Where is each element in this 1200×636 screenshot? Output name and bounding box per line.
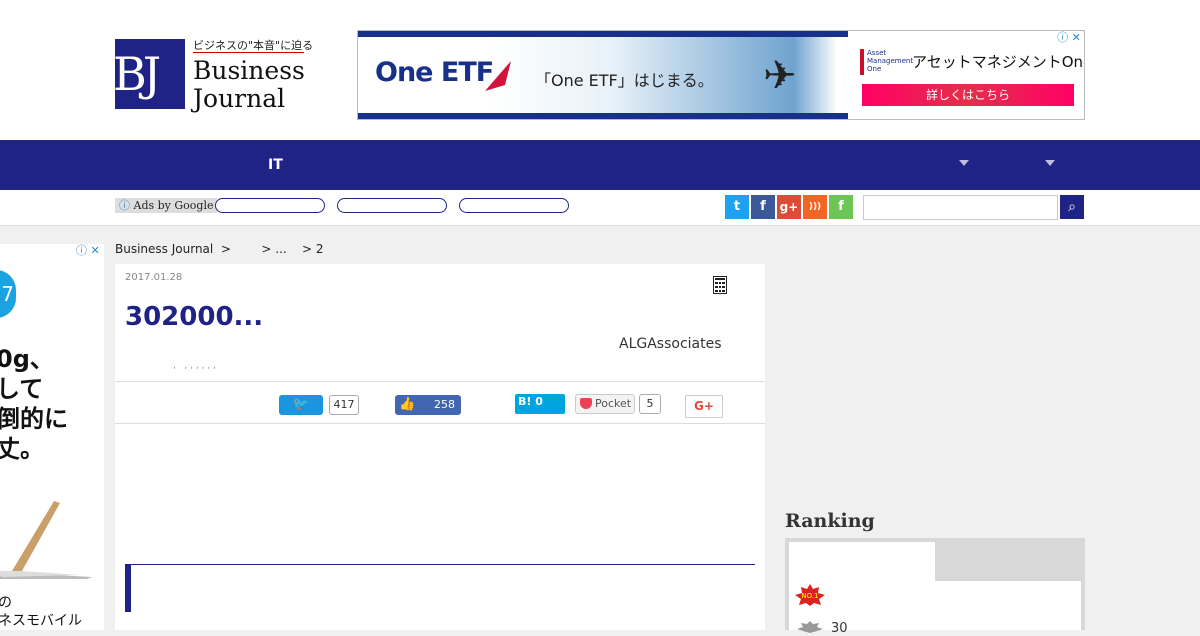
article-tags: , , , , , , ,	[173, 361, 216, 371]
ad-headline: 0g、 して 倒的に 丈。	[0, 345, 68, 463]
ad-badge: 7	[0, 270, 16, 318]
twitter-share-button[interactable]: 🐦	[279, 395, 323, 415]
facebook-count: 258	[434, 398, 455, 411]
facebook-like-button[interactable]: 👍 258	[395, 395, 461, 415]
ad-choices-icon[interactable]: ⓘ ✕	[1054, 31, 1084, 45]
ad-choices-icon[interactable]: ⓘ ✕	[76, 244, 104, 258]
logo-tagline: ビジネスの"本音"に迫る	[193, 39, 314, 52]
ranking-box: NO.1 30	[785, 538, 1085, 636]
article-author[interactable]: ALGAssociates	[619, 336, 722, 352]
logo-word-journal[interactable]: Journal	[193, 84, 285, 114]
thumbs-up-icon: 👍	[399, 397, 416, 412]
logo-word-business[interactable]: Business	[193, 56, 305, 86]
logo-rule	[193, 52, 304, 53]
pocket-count: 5	[639, 394, 661, 414]
ad-link-pill[interactable]	[215, 198, 325, 213]
ad-company-panel: Asset Management One アセットマネジメントOne 詳しくはこ…	[848, 31, 1084, 119]
rank-2-badge-icon	[797, 621, 823, 633]
ad-band-bottom	[358, 113, 848, 119]
ad-band-top	[358, 31, 848, 37]
search-input[interactable]	[863, 195, 1058, 220]
rss-icon[interactable]: )))	[803, 195, 827, 219]
section-heading-bar	[125, 565, 131, 612]
google-plus-icon[interactable]: g+	[777, 195, 801, 219]
breadcrumb[interactable]: Business Journal > > ... > 2	[115, 242, 324, 256]
logo-mark[interactable]: BJ	[115, 39, 185, 109]
share-bar: 🐦 417 👍 258 B! 0 Pocket 5 G+	[115, 381, 765, 424]
ad-footer-text: の ネスモバイル	[0, 595, 82, 629]
article-card: 2017.01.28 302000... ALGAssociates , , ,…	[115, 264, 765, 630]
nav-item-it[interactable]: IT	[268, 157, 283, 173]
laptop-icon	[0, 501, 92, 579]
ranking-item[interactable]: 30	[831, 621, 848, 636]
pocket-icon	[580, 398, 592, 409]
ad-link-pill[interactable]	[337, 198, 447, 213]
info-icon: ⓘ	[119, 199, 130, 212]
ranking-heading: Ranking	[785, 510, 875, 532]
ad-cta-button[interactable]: 詳しくはこちら	[862, 84, 1074, 106]
airplane-icon: ✈	[763, 53, 797, 99]
ad-company-name: アセットマネジメントOne	[912, 53, 1085, 71]
ads-by-google-label: Ads by Google	[133, 199, 214, 212]
ad-swoosh-icon	[485, 61, 511, 91]
twitter-count: 417	[329, 395, 359, 415]
hatena-bookmark-button[interactable]: B! 0	[515, 394, 565, 414]
ads-by-google[interactable]: ⓘ Ads by Google	[115, 198, 218, 213]
google-plus-share-button[interactable]: G+	[685, 395, 723, 418]
feedly-icon[interactable]: f	[829, 195, 853, 219]
svg-text:NO.1: NO.1	[801, 592, 818, 600]
side-ad[interactable]: ⓘ ✕ 7 0g、 して 倒的に 丈。 の ネスモバイル	[0, 244, 104, 630]
ranking-tab-active[interactable]	[789, 542, 935, 584]
facebook-icon[interactable]: f	[751, 195, 775, 219]
article-title: 302000...	[125, 302, 264, 332]
section-divider	[125, 564, 755, 565]
chevron-down-icon[interactable]	[1045, 160, 1055, 166]
pocket-label: Pocket	[595, 397, 632, 410]
rank-1-badge-icon: NO.1	[795, 584, 825, 606]
chevron-down-icon[interactable]	[959, 160, 969, 166]
site-header: BJ ビジネスの"本音"に迫る Business Journal One ETF…	[0, 0, 1200, 140]
print-icon[interactable]	[713, 276, 727, 294]
ranking-list: NO.1 30	[789, 581, 1081, 636]
banner-ad[interactable]: One ETF 「One ETF」はじまる。 ✈ Asset Managemen…	[357, 30, 1085, 120]
search-icon[interactable]: ⌕	[1060, 195, 1084, 219]
ad-link-pill[interactable]	[459, 198, 569, 213]
twitter-icon: 🐦	[292, 397, 310, 412]
ad-brand: One ETF	[375, 57, 494, 88]
pocket-button[interactable]: Pocket	[575, 394, 635, 414]
twitter-icon[interactable]: t	[725, 195, 749, 219]
main-nav	[0, 140, 1200, 190]
article-date: 2017.01.28	[125, 272, 183, 283]
ad-company-logo: Asset Management One	[860, 49, 913, 75]
ad-copy: 「One ETF」はじまる。	[535, 71, 714, 90]
